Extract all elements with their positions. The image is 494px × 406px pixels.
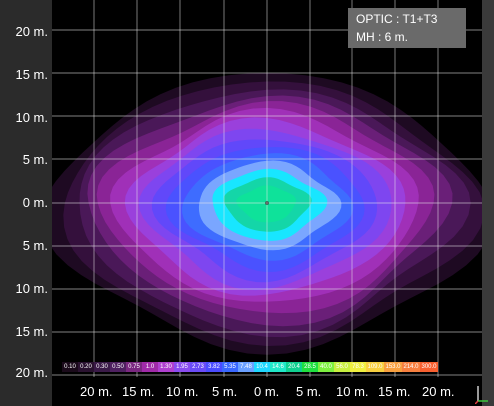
- x-axis-label: 15 m.: [122, 384, 155, 399]
- x-axis-label: 20 m.: [80, 384, 113, 399]
- isolux-plot-area: [52, 0, 482, 377]
- optic-label: OPTIC : T1+T3: [356, 12, 438, 26]
- right-edge-strip: [482, 0, 494, 406]
- legend-swatch: 109.0: [366, 362, 384, 372]
- isolux-diagram-window: 20 m. 15 m. 10 m. 5 m. 0 m. 5 m. 10 m. 1…: [0, 0, 494, 406]
- mounting-height-label: MH : 6 m.: [356, 30, 409, 44]
- y-axis-label: 0 m.: [22, 195, 48, 210]
- legend-swatch: 1.0: [142, 362, 158, 372]
- legend-swatch: 56.0: [334, 362, 350, 372]
- y-axis-label: 15 m.: [15, 324, 48, 339]
- isolux-legend: 0.10 0.20 0.30 0.50 0.75 1.0 1.30 1.95 2.73 3.82 5…: [62, 362, 438, 372]
- legend-swatch: 153.0: [384, 362, 402, 372]
- legend-swatch: 7.48: [238, 362, 254, 372]
- x-axis-label: 5 m.: [212, 384, 238, 399]
- x-axis-label: 20 m.: [422, 384, 455, 399]
- legend-swatch: 40.0: [318, 362, 334, 372]
- axes-gizmo-icon: [475, 386, 488, 404]
- legend-swatch: 0.20: [78, 362, 94, 372]
- legend-swatch: 300.0: [420, 362, 438, 372]
- legend-swatch: 3.82: [206, 362, 222, 372]
- y-axis-label: 20 m.: [15, 24, 48, 39]
- legend-swatch: 1.95: [174, 362, 190, 372]
- y-axis-label: 5 m.: [22, 238, 48, 253]
- legend-swatch: 10.4: [254, 362, 270, 372]
- legend-swatch: 20.4: [286, 362, 302, 372]
- isolux-contour-chart: [52, 0, 482, 377]
- y-axis-label: 20 m.: [15, 365, 48, 380]
- x-axis-label: 5 m.: [296, 384, 322, 399]
- legend-swatch: 14.6: [270, 362, 286, 372]
- x-axis-label: 10 m.: [336, 384, 369, 399]
- legend-swatch: 0.30: [94, 362, 110, 372]
- legend-swatch: 1.30: [158, 362, 174, 372]
- x-axis-label: 10 m.: [166, 384, 199, 399]
- y-axis-label: 10 m.: [15, 281, 48, 296]
- y-axis-label: 5 m.: [22, 152, 48, 167]
- optic-info-box: OPTIC : T1+T3 MH : 6 m.: [348, 8, 466, 48]
- legend-swatch: 2.73: [190, 362, 206, 372]
- legend-swatch: 5.35: [222, 362, 238, 372]
- legend-swatch: 0.75: [126, 362, 142, 372]
- x-axis-label: 0 m.: [254, 384, 280, 399]
- legend-swatch: 28.5: [302, 362, 318, 372]
- legend-swatch: 0.10: [62, 362, 78, 372]
- x-axis-label: 15 m.: [378, 384, 411, 399]
- legend-swatch: 214.0: [402, 362, 420, 372]
- y-axis-label: 15 m.: [15, 67, 48, 82]
- legend-swatch: 0.50: [110, 362, 126, 372]
- legend-swatch: 78.3: [350, 362, 366, 372]
- y-axis-label: 10 m.: [15, 110, 48, 125]
